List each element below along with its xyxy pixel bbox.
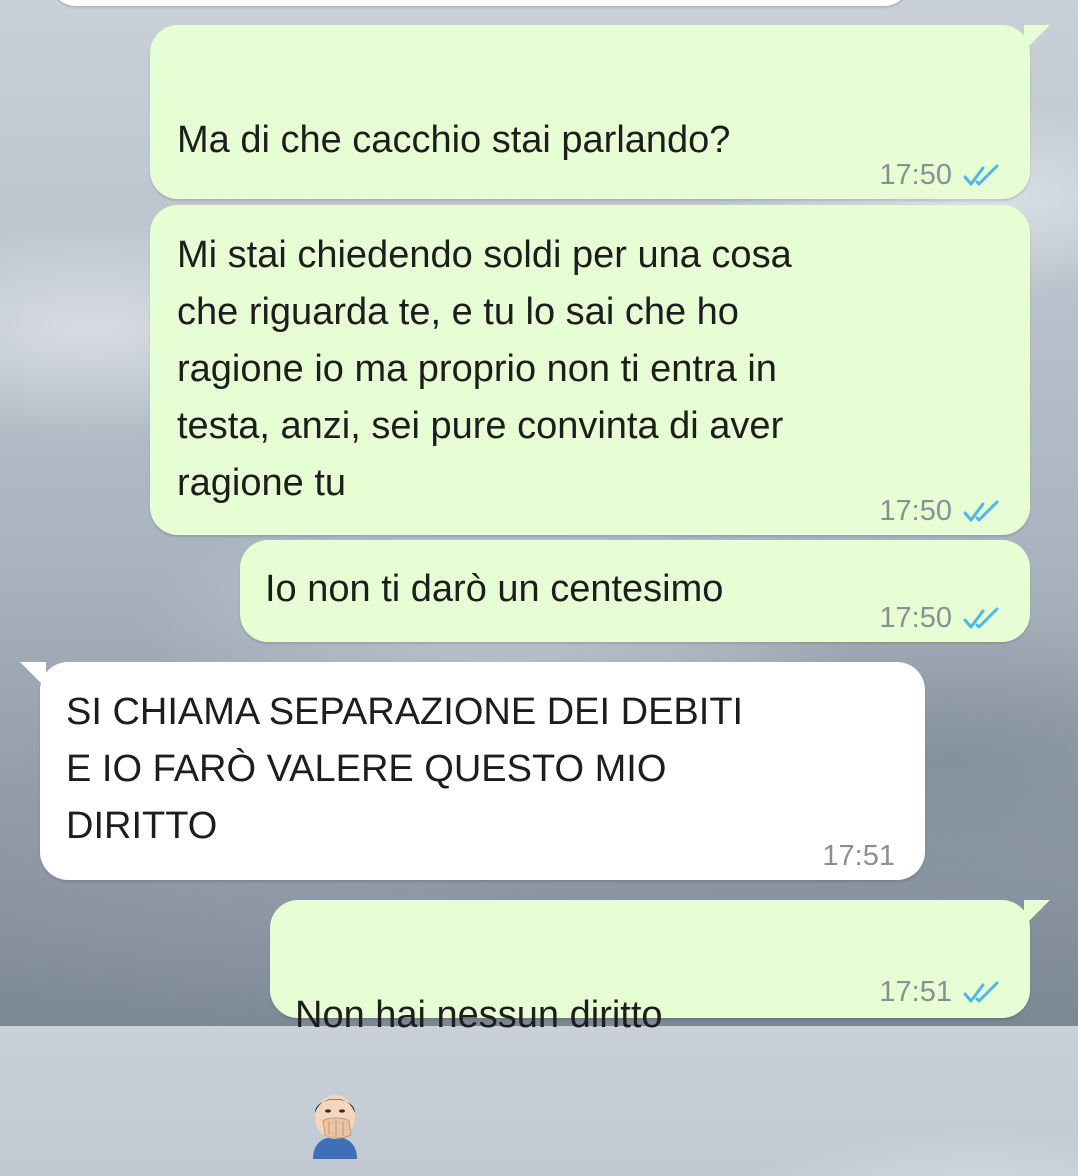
message-bubble-outgoing[interactable]: Io non ti darò un centesimo 17:50 [240, 540, 1030, 642]
message-text: Io non ti darò un centesimo [265, 568, 724, 610]
message-text: Mi stai chiedendo soldi per una cosa che… [177, 234, 792, 504]
message-bubble-outgoing[interactable]: Non hai nessun diritto 17:51 [270, 900, 1050, 1159]
double-check-icon [963, 607, 999, 628]
double-check-icon [963, 981, 999, 1002]
double-check-icon [963, 164, 999, 185]
face-palm-man-icon [305, 1030, 365, 1176]
message-time: 17:51 [879, 976, 952, 1008]
message-meta: 17:51 [879, 964, 1000, 1021]
message-bubble-outgoing[interactable]: Mi stai chiedendo soldi per una cosa che… [150, 205, 1030, 535]
bubble-tail [20, 662, 46, 688]
message-time: 17:51 [822, 840, 895, 872]
message-time: 17:50 [879, 495, 952, 527]
message-bubble-outgoing[interactable]: Ma di che cacchio stai parlando? 17:50 [150, 25, 1050, 284]
message-meta: 17:51 [822, 828, 895, 885]
message-text: Ma di che cacchio stai parlando? [177, 119, 731, 161]
previous-message-bubble-edge [50, 0, 910, 6]
message-bubble-incoming[interactable]: SI CHIAMA SEPARAZIONE DEI DEBITI E IO FA… [20, 662, 925, 880]
message-text-row: Non hai nessun diritto [295, 930, 663, 1176]
message-meta: 17:50 [879, 147, 1000, 204]
message-text: SI CHIAMA SEPARAZIONE DEI DEBITI E IO FA… [66, 691, 744, 847]
bubble-tail [1024, 900, 1050, 926]
bubble-tail [1024, 25, 1050, 51]
double-check-icon [963, 500, 999, 521]
message-time: 17:50 [879, 159, 952, 191]
message-meta: 17:50 [879, 590, 1000, 647]
message-meta: 17:50 [879, 483, 1000, 540]
message-time: 17:50 [879, 602, 952, 634]
